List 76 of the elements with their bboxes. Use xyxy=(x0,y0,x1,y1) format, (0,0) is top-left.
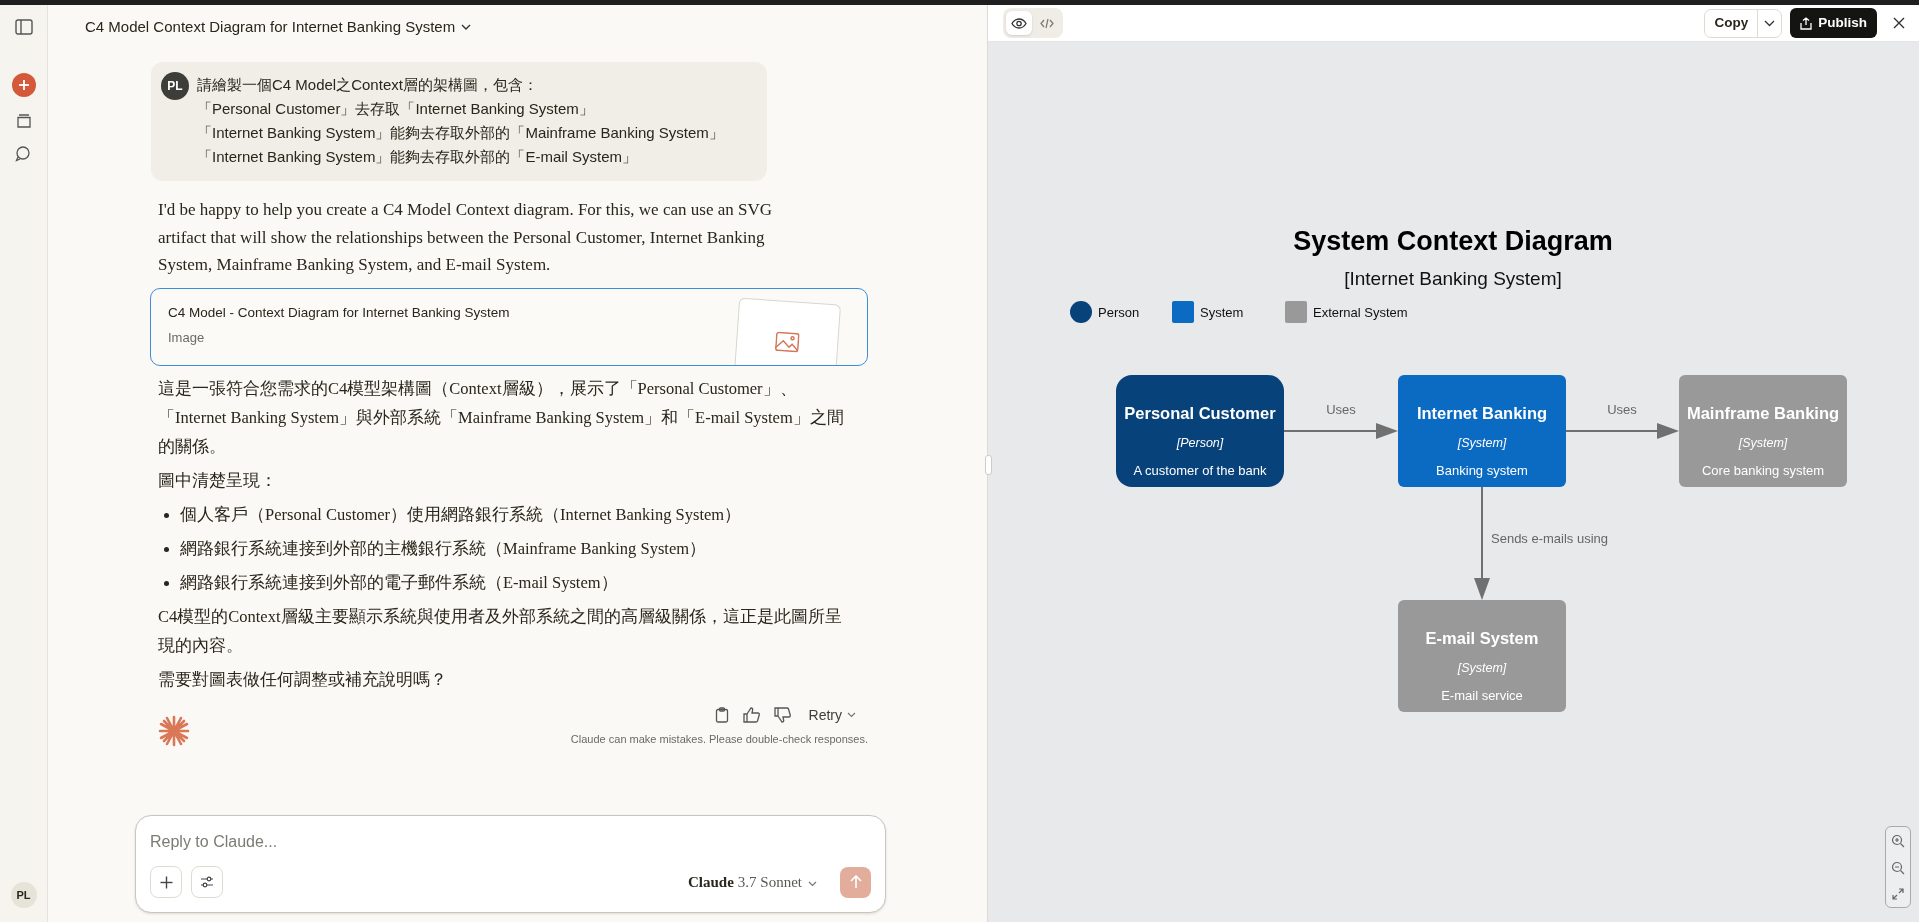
node-type: [Person] xyxy=(1176,436,1224,450)
fit-screen-icon[interactable] xyxy=(1892,888,1904,901)
node-description: E-mail service xyxy=(1441,688,1523,703)
chevron-down-icon xyxy=(1764,19,1776,27)
node-name: Personal Customer xyxy=(1124,404,1276,422)
node-type: [System] xyxy=(1738,436,1788,450)
sidebar-toggle-icon[interactable] xyxy=(14,19,33,35)
copy-icon[interactable] xyxy=(714,707,729,723)
sliders-icon xyxy=(200,876,214,888)
search-chat-icon[interactable] xyxy=(15,145,32,162)
node-description: Banking system xyxy=(1436,463,1528,478)
zoom-out-icon[interactable] xyxy=(1891,861,1905,875)
retry-button[interactable]: Retry xyxy=(804,704,860,726)
reply-input[interactable]: Reply to Claude... xyxy=(150,830,871,854)
user-message-line: 「Internet Banking System」能夠去存取外部的「Mainframe Banking System」 xyxy=(197,123,724,143)
plus-icon xyxy=(17,79,30,91)
chevron-down-icon xyxy=(461,24,472,30)
node-name: E-mail System xyxy=(1425,629,1539,647)
edge-label: Uses xyxy=(1326,402,1356,417)
close-icon[interactable] xyxy=(1893,17,1905,29)
disclaimer-text: Claude can make mistakes. Please double-check responses. xyxy=(570,731,868,747)
node-name: Mainframe Banking xyxy=(1686,404,1840,422)
artifact-title: C4 Model - Context Diagram for Internet Banking System xyxy=(168,303,510,322)
user-message-line: 「Internet Banking System」能夠去存取外部的「E-mail System」 xyxy=(197,147,639,167)
user-avatar[interactable]: PL xyxy=(10,882,37,908)
model-version: 3.7 Sonnet xyxy=(737,872,802,892)
bullet-icon xyxy=(164,512,169,518)
artifact-type: Image xyxy=(168,328,205,347)
diagram-title: System Context Diagram xyxy=(1293,226,1613,256)
claude-logo-icon xyxy=(158,715,190,747)
legend-label: External System xyxy=(1313,305,1408,320)
add-button[interactable] xyxy=(150,866,182,898)
model-name: Claude xyxy=(688,872,734,892)
edge-label: Uses xyxy=(1607,402,1637,417)
artifact-card[interactable]: C4 Model - Context Diagram for Internet Banking System Image xyxy=(150,287,868,366)
thumbs-down-icon[interactable] xyxy=(773,707,791,723)
node-name: Internet Banking xyxy=(1416,404,1548,422)
preview-tab[interactable] xyxy=(1006,11,1032,35)
model-selector[interactable]: Claude 3.7 Sonnet xyxy=(688,870,817,894)
image-icon xyxy=(774,330,800,353)
node-description: Core banking system xyxy=(1701,463,1825,478)
plus-icon xyxy=(159,875,173,889)
assistant-paragraph: 需要對圖表做任何調整或補充說明嗎？ xyxy=(158,668,448,691)
user-avatar: PL xyxy=(161,72,189,100)
thumbs-up-icon[interactable] xyxy=(742,707,760,723)
publish-button[interactable]: Publish xyxy=(1790,8,1877,38)
edge-label: Sends e-mails using xyxy=(1491,531,1609,546)
arrow-up-icon xyxy=(849,875,862,889)
eye-icon xyxy=(1011,17,1027,29)
user-message-line: 請繪製一個C4 Model之Context層的架構圖，包含： xyxy=(197,75,539,95)
tools-button[interactable] xyxy=(191,866,223,898)
assistant-paragraph: 圖中清楚呈現： xyxy=(158,469,278,492)
code-icon xyxy=(1040,17,1054,29)
diagram-subtitle: [Internet Banking System] xyxy=(1344,268,1562,289)
chats-icon[interactable] xyxy=(15,113,32,129)
bullet-icon xyxy=(164,546,169,552)
share-icon xyxy=(1800,16,1813,30)
node-type: [System] xyxy=(1457,436,1507,450)
legend-label: Person xyxy=(1098,305,1140,320)
conversation-title[interactable]: C4 Model Context Diagram for Internet Banking System xyxy=(85,15,472,39)
node-description: A customer of the bank xyxy=(1133,463,1267,478)
bullet-text: 個人客戶（Personal Customer）使用網路銀行系統（Internet Banking System） xyxy=(180,503,742,526)
assistant-paragraph: 這是一張符合您需求的C4模型架構圖（Context層級），展示了「Personal Customer」、「Internet Banking System」與外部系統「Mainframe Banking System」和「E-mail System」之間的關係。 xyxy=(158,377,845,458)
zoom-in-icon[interactable] xyxy=(1891,833,1905,848)
chevron-down-icon xyxy=(847,712,856,718)
copy-button[interactable]: Copy xyxy=(1705,9,1759,37)
assistant-paragraph: I'd be happy to help you create a C4 Model Context diagram. For this, we can use an SVG artifact that will show the relationships between the Personal Customer, Internet Banking System, Mainframe Banking System, and E-mail System. xyxy=(158,199,773,276)
chevron-down-icon xyxy=(808,880,817,887)
bullet-text: 網路銀行系統連接到外部的主機銀行系統（Mainframe Banking System） xyxy=(180,537,707,560)
bullet-icon xyxy=(164,580,169,586)
bullet-text: 網路銀行系統連接到外部的電子郵件系統（E-mail System） xyxy=(180,571,618,594)
legend-label: System xyxy=(1200,305,1244,320)
new-chat-button[interactable] xyxy=(11,73,36,97)
node-type: [System] xyxy=(1457,661,1507,675)
user-message-line: 「Personal Customer」去存取「Internet Banking System」 xyxy=(197,99,595,119)
assistant-paragraph: C4模型的Context層級主要顯示系統與使用者及外部系統之間的高層級關係，這正是此圖所呈現的內容。 xyxy=(158,605,843,657)
